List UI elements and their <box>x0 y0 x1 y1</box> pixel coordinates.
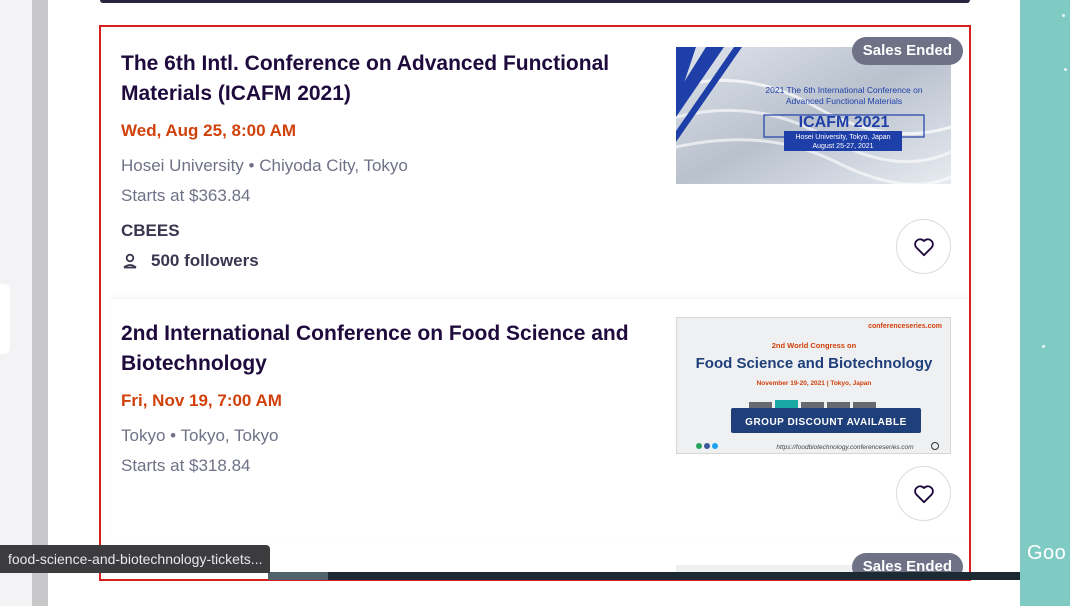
event-price: Starts at $363.84 <box>121 186 251 205</box>
thumb-venue: Hosei University, Tokyo, Japan <box>795 134 890 141</box>
event-thumbnail[interactable]: 2021 The 6th International Conference on… <box>676 47 951 184</box>
horizontal-scrollbar-track[interactable] <box>290 572 1020 580</box>
event-location: Tokyo • Tokyo, Tokyo <box>121 426 279 445</box>
thumb-subtitle: 2nd World Congress on <box>772 341 857 350</box>
followers-icon <box>123 253 137 269</box>
page-root: Goo The 6th Intl. Conference on Advanced… <box>0 0 1070 606</box>
icafm-banner-image: 2021 The 6th International Conference on… <box>676 47 951 184</box>
map-marker <box>1064 68 1067 71</box>
event-date: Wed, Aug 25, 8:00 AM <box>121 121 297 140</box>
map-marker <box>1062 14 1065 17</box>
event-price: Starts at $318.84 <box>121 456 251 475</box>
map-marker <box>1042 345 1045 348</box>
event-location: Hosei University • Chiyoda City, Tokyo <box>121 156 408 175</box>
left-panel <box>0 0 32 606</box>
scrollbar-track[interactable] <box>32 0 48 606</box>
event-title[interactable]: 2nd International Conference on Food Sci… <box>121 319 666 379</box>
event-results-list: The 6th Intl. Conference on Advanced Fun… <box>99 25 971 581</box>
event-card[interactable]: The 6th Intl. Conference on Advanced Fun… <box>111 27 969 297</box>
thumb-headline: Food Science and Biotechnology <box>696 355 933 372</box>
status-bar-url: food-science-and-biotechnology-tickets..… <box>0 545 271 573</box>
thumb-acronym: ICAFM 2021 <box>799 114 890 131</box>
food-science-banner-image: conferenceseries.com 2nd World Congress … <box>677 318 950 453</box>
heart-icon <box>913 484 934 503</box>
header-bar-edge <box>100 0 970 3</box>
left-panel-card <box>0 284 10 354</box>
event-organizer[interactable]: CBEES <box>121 221 180 241</box>
thumb-brand: conferenceseries.com <box>868 323 942 330</box>
thumb-cta: GROUP DISCOUNT AVAILABLE <box>745 417 907 428</box>
followers-count: 500 followers <box>151 251 259 270</box>
like-button[interactable] <box>896 466 951 521</box>
horizontal-scrollbar-thumb[interactable] <box>268 572 328 580</box>
thumb-dates: November 19-20, 2021 | Tokyo, Japan <box>757 380 872 387</box>
heart-icon <box>913 237 934 256</box>
event-card[interactable]: 2nd International Conference on Food Sci… <box>111 299 969 539</box>
like-button[interactable] <box>896 219 951 274</box>
thumb-line1: 2021 The 6th International Conference on <box>765 85 922 95</box>
event-date: Fri, Nov 19, 7:00 AM <box>121 391 282 410</box>
thumb-line2: Advanced Functional Materials <box>786 96 902 106</box>
thumb-url: https://foodbiotechnology.conferenceseri… <box>776 444 914 451</box>
map-panel[interactable] <box>1020 0 1070 606</box>
sales-ended-badge: Sales Ended <box>851 37 963 65</box>
event-thumbnail[interactable]: conferenceseries.com 2nd World Congress … <box>676 317 951 454</box>
event-title[interactable]: The 6th Intl. Conference on Advanced Fun… <box>121 49 651 109</box>
thumb-dates: August 25-27, 2021 <box>812 143 873 150</box>
map-logo: Goo <box>1027 542 1067 564</box>
organizer-followers: 500 followers <box>121 251 259 271</box>
